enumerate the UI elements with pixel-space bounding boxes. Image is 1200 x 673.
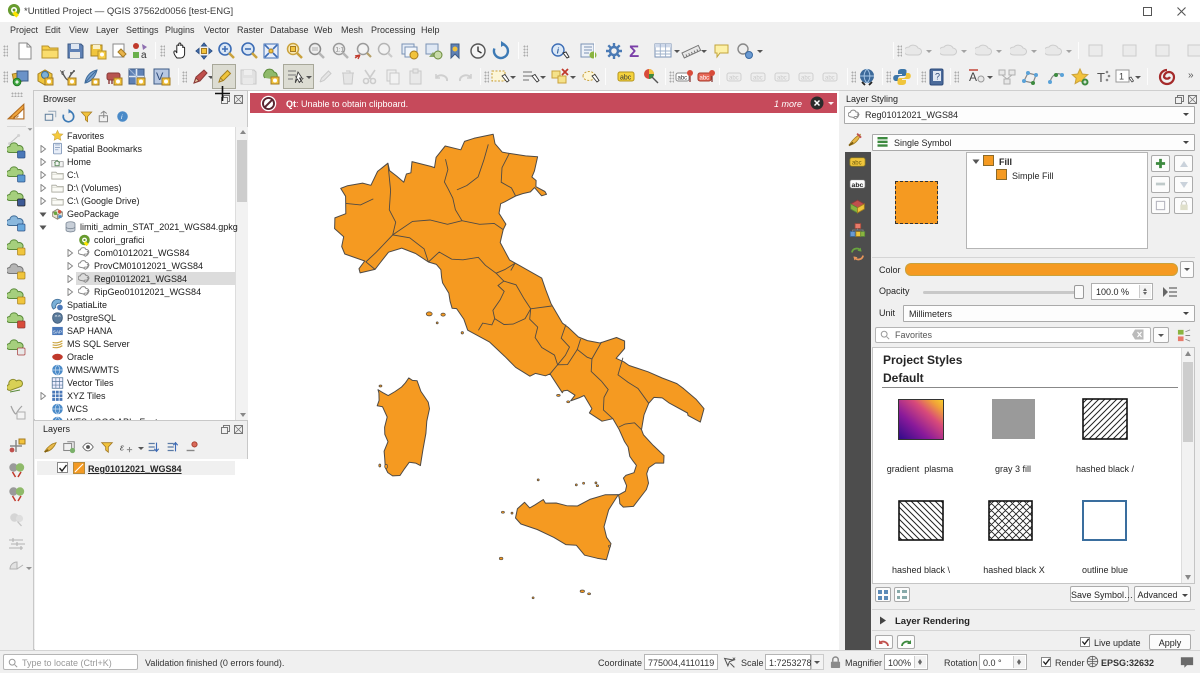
svg-text:a: a xyxy=(141,50,147,61)
svg-text:abc: abc xyxy=(777,76,787,82)
svg-text:V: V xyxy=(60,70,65,77)
svg-text:Σ: Σ xyxy=(629,42,639,61)
svg-text:1: 1 xyxy=(1119,72,1124,82)
svg-text:1:1: 1:1 xyxy=(336,48,345,54)
svg-text:abc: abc xyxy=(729,76,739,82)
svg-text:T: T xyxy=(1097,70,1105,85)
svg-text:abc: abc xyxy=(753,76,763,82)
svg-text:A: A xyxy=(969,70,977,84)
svg-text:abc: abc xyxy=(801,76,811,82)
svg-text:abc: abc xyxy=(825,76,835,82)
svg-text:abc: abc xyxy=(678,76,688,82)
svg-text:abc: abc xyxy=(620,75,632,82)
svg-text:SAP: SAP xyxy=(53,329,62,334)
svg-text:abc: abc xyxy=(852,161,862,167)
svg-text:?: ? xyxy=(935,72,940,82)
svg-text:abc: abc xyxy=(700,76,710,82)
svg-text:ε: ε xyxy=(120,443,125,454)
svg-text:abc: abc xyxy=(852,182,864,189)
